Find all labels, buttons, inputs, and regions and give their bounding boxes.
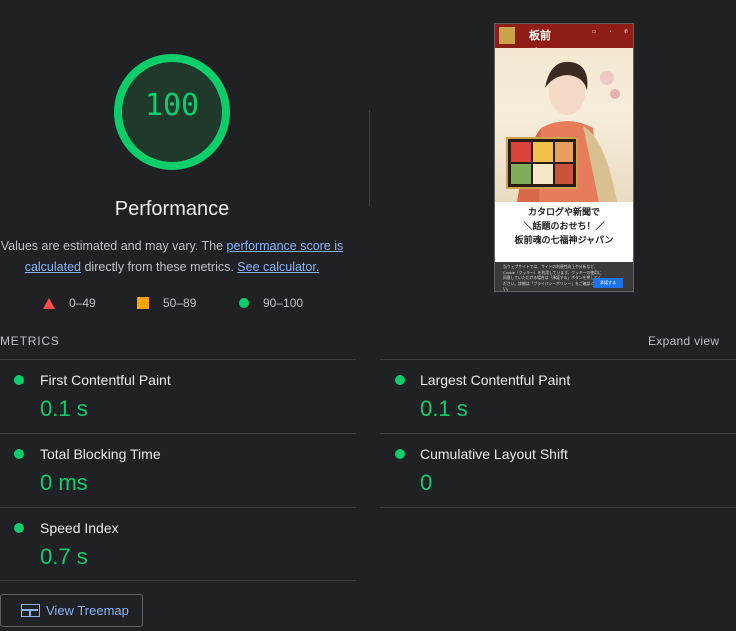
legend-average-label: 50–89	[163, 296, 197, 310]
score-description: Values are estimated and may vary. The p…	[0, 236, 344, 278]
pass-indicator-icon	[395, 375, 405, 385]
headline-line-1: カタログや新聞で	[527, 208, 600, 218]
description-text-1: Values are estimated and may vary. The	[0, 239, 227, 253]
hamburger-menu-icon	[499, 27, 515, 44]
view-treemap-button[interactable]: View Treemap	[0, 594, 143, 627]
site-logo: 板前魂	[529, 29, 551, 60]
hero-illustration	[506, 61, 620, 202]
pass-indicator-icon	[14, 449, 24, 459]
metric-cls-label: Cumulative Layout Shift	[420, 446, 568, 462]
circle-icon	[239, 298, 249, 308]
pass-indicator-icon	[395, 449, 405, 459]
metric-tbt-value: 0 ms	[40, 470, 88, 495]
headline-line-2: ＼話題のおせち！／	[523, 222, 605, 232]
metrics-divider	[380, 359, 736, 360]
metrics-divider	[0, 580, 356, 581]
square-icon	[137, 297, 149, 309]
phone-icon: ✆	[623, 29, 629, 35]
see-calculator-link[interactable]: See calculator.	[237, 260, 319, 274]
metric-lcp-value: 0.1 s	[420, 396, 468, 421]
user-icon: ◔	[608, 29, 612, 35]
legend-pass: 90–100	[239, 296, 303, 310]
hero-headline: カタログや新聞で ＼話題のおせち！／ 板前魂の七福神ジャパン	[495, 202, 633, 262]
legend-average: 50–89	[137, 296, 196, 310]
performance-score: 100	[144, 88, 200, 123]
metrics-heading: METRICS	[0, 334, 60, 348]
metrics-divider	[0, 507, 356, 508]
legend-fail-label: 0–49	[69, 296, 96, 310]
category-title: Performance	[114, 198, 230, 220]
metric-lcp-label: Largest Contentful Paint	[420, 372, 571, 388]
thumbnail-site-header: 板前魂 ▭ ◔ ✆	[495, 24, 633, 60]
view-treemap-label: View Treemap	[46, 603, 129, 618]
vertical-divider	[369, 110, 370, 206]
legend-pass-label: 90–100	[263, 296, 304, 310]
metrics-divider	[380, 433, 736, 434]
pass-indicator-icon	[14, 375, 24, 385]
headline-line-3: 板前魂の七福神ジャパン	[514, 236, 614, 246]
metrics-divider	[380, 507, 736, 508]
metric-si-label: Speed Index	[40, 520, 119, 536]
metrics-divider	[0, 359, 356, 360]
expand-view-toggle[interactable]: Expand view	[648, 334, 719, 348]
metric-si-value: 0.7 s	[40, 544, 88, 569]
metrics-divider	[0, 433, 356, 434]
metric-cls-value: 0	[420, 470, 433, 495]
description-text-2: directly from these metrics.	[81, 260, 238, 274]
treemap-icon	[21, 604, 40, 617]
final-screenshot[interactable]: 板前魂 ▭ ◔ ✆ カタログや新聞で ＼話題のおせち！／ 板前魂の七福神ジャパン…	[494, 23, 634, 292]
metric-fcp-label: First Contentful Paint	[40, 372, 171, 388]
legend-fail: 0–49	[43, 296, 96, 310]
cookie-accept-button: 承諾する	[593, 278, 623, 288]
pass-indicator-icon	[14, 523, 24, 533]
metric-tbt-label: Total Blocking Time	[40, 446, 161, 462]
triangle-icon	[43, 297, 55, 309]
hero-image	[495, 48, 633, 202]
cart-icon: ▭	[591, 29, 597, 35]
metric-fcp-value: 0.1 s	[40, 396, 88, 421]
